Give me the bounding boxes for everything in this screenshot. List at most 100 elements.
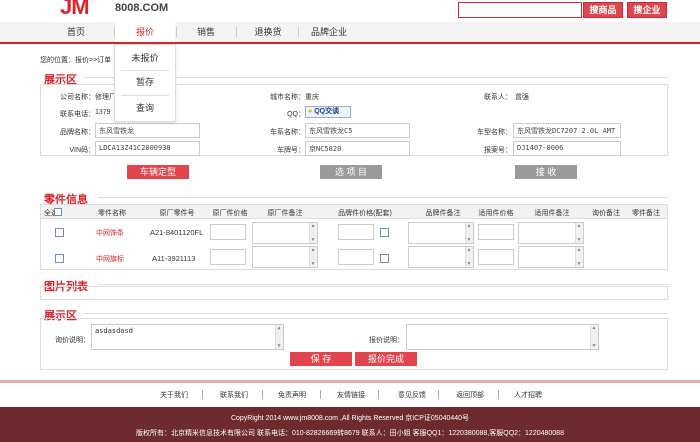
footer-contact[interactable]: 联系我们 <box>220 390 248 400</box>
scroll-down-icon[interactable]: ▼ <box>310 261 316 267</box>
footer-copyright: CopyRight 2014 www.jm8008.com ,All Right… <box>230 415 470 422</box>
nav-home[interactable]: 首页 <box>56 22 96 42</box>
scroll-down-icon[interactable]: ▼ <box>591 343 597 349</box>
scrollbar[interactable]: ▲ ▼ <box>275 325 283 349</box>
scroll-down-icon[interactable]: ▼ <box>466 237 472 243</box>
part-name-link[interactable]: 中网旗标 <box>96 254 124 264</box>
series-label: 车系名称： <box>270 129 305 136</box>
scrollbar[interactable]: ▲ ▼ <box>590 325 598 349</box>
scroll-down-icon[interactable]: ▼ <box>466 261 472 267</box>
brand-note-textarea[interactable]: ▲ ▼ <box>408 222 474 244</box>
generic-note-textarea[interactable]: ▲ ▼ <box>518 222 584 244</box>
scroll-up-icon[interactable]: ▲ <box>276 325 282 331</box>
menu-divider <box>121 70 169 71</box>
nav-separator <box>236 27 237 37</box>
part-code: A21-8401120FL <box>150 228 204 237</box>
footer-back-to-top[interactable]: 返回顶部 <box>456 390 484 400</box>
scroll-up-icon[interactable]: ▲ <box>466 247 472 253</box>
scrollbar[interactable]: ▲ ▼ <box>309 223 317 243</box>
company-value: 修理厂 <box>95 94 116 101</box>
footer-disclaimer[interactable]: 免责声明 <box>278 390 306 400</box>
search-goods-button[interactable]: 搜商品 <box>583 2 623 18</box>
row-checkbox[interactable] <box>55 228 64 237</box>
brand-label: 品牌名称： <box>60 129 95 136</box>
row-checkbox[interactable] <box>55 254 64 263</box>
images-panel <box>40 286 668 300</box>
scroll-up-icon[interactable]: ▲ <box>466 223 472 229</box>
footer-separator <box>438 390 439 399</box>
brand-field[interactable]: 东风雪铁龙 <box>95 123 200 138</box>
select-items-button[interactable]: 选 项 目 <box>320 165 382 179</box>
menu-item-draft[interactable]: 暂存 <box>115 72 175 92</box>
scroll-up-icon[interactable]: ▲ <box>310 247 316 253</box>
vin-field[interactable]: LDCA13Z41C2000938 <box>95 141 200 156</box>
generic-price-input[interactable] <box>478 249 514 265</box>
footer-separator <box>320 390 321 399</box>
brand-note-textarea[interactable]: ▲ ▼ <box>408 246 474 268</box>
logo-text: 8008.COM <box>115 2 169 14</box>
divider <box>84 313 668 314</box>
search-input[interactable] <box>458 2 582 18</box>
search-company-button[interactable]: 搜企业 <box>627 2 667 18</box>
oem-note-textarea[interactable]: ▲ ▼ <box>252 222 318 244</box>
model-label: 车型名称： <box>477 129 512 136</box>
footer-careers[interactable]: 人才招聘 <box>514 390 542 400</box>
divider <box>98 284 668 285</box>
oem-note-textarea[interactable]: ▲ ▼ <box>252 246 318 268</box>
plate-field[interactable]: 京NC5820 <box>305 141 410 156</box>
menu-item-query[interactable]: 查询 <box>115 98 175 118</box>
inquiry-note-textarea[interactable]: asdasdasd ▲ ▼ <box>91 324 284 350</box>
menu-divider <box>121 95 169 96</box>
receive-button[interactable]: 接 收 <box>515 165 577 179</box>
footer-friend-links[interactable]: 友情链接 <box>337 390 365 400</box>
scrollbar[interactable]: ▲ ▼ <box>465 223 473 243</box>
vehicle-identify-button[interactable]: 车辆定型 <box>127 165 189 179</box>
generic-price-input[interactable] <box>478 224 514 240</box>
qq-chat-button[interactable]: ● QQ交谈 <box>305 106 351 118</box>
quote-dropdown-menu: 未报价 暂存 查询 <box>114 44 176 122</box>
oem-price-input[interactable] <box>210 249 246 265</box>
quote-complete-button[interactable]: 报价完成 <box>355 352 417 366</box>
nav-brands[interactable]: 品牌企业 <box>306 22 352 42</box>
scrollbar[interactable]: ▲ ▼ <box>575 247 583 267</box>
select-all-checkbox[interactable] <box>54 208 62 216</box>
contact-value: 曾强 <box>515 94 529 101</box>
scroll-down-icon[interactable]: ▼ <box>276 343 282 349</box>
col-part-note: 零件备注 <box>632 210 660 217</box>
nav-separator <box>298 27 299 37</box>
nav-separator <box>176 27 177 37</box>
footer-feedback[interactable]: 意见反馈 <box>398 390 426 400</box>
col-inquiry-note: 询价备注 <box>592 210 620 217</box>
scrollbar[interactable]: ▲ ▼ <box>465 247 473 267</box>
generic-note-textarea[interactable]: ▲ ▼ <box>518 246 584 268</box>
scrollbar[interactable]: ▲ ▼ <box>309 247 317 267</box>
scroll-up-icon[interactable]: ▲ <box>591 325 597 331</box>
model-field[interactable]: 东风雪铁龙DC7207 2.0L AMT <box>513 123 621 138</box>
footer-about[interactable]: 关于我们 <box>160 390 188 400</box>
case-number-field[interactable]: DJ1407-0006 <box>513 141 621 156</box>
logo[interactable]: JM <box>60 0 120 19</box>
scroll-up-icon[interactable]: ▲ <box>310 223 316 229</box>
oem-price-input[interactable] <box>210 224 246 240</box>
quote-note-textarea[interactable]: ▲ ▼ <box>406 324 599 350</box>
scroll-down-icon[interactable]: ▼ <box>310 237 316 243</box>
series-field[interactable]: 东风雪铁龙C5 <box>305 123 410 138</box>
qq-chat-label: QQ交谈 <box>314 108 340 115</box>
scroll-up-icon[interactable]: ▲ <box>576 247 582 253</box>
save-button[interactable]: 保 存 <box>290 352 352 366</box>
scroll-down-icon[interactable]: ▼ <box>576 237 582 243</box>
scrollbar[interactable]: ▲ ▼ <box>575 223 583 243</box>
brand-match-checkbox[interactable] <box>380 254 389 263</box>
brand-price-input[interactable] <box>338 249 374 265</box>
scroll-down-icon[interactable]: ▼ <box>576 261 582 267</box>
part-name-link[interactable]: 中网饰条 <box>96 228 124 238</box>
menu-item-unquoted[interactable]: 未报价 <box>115 48 175 68</box>
brand-price-input[interactable] <box>338 224 374 240</box>
nav-sales[interactable]: 销售 <box>186 22 226 42</box>
nav-returns[interactable]: 退换货 <box>246 22 290 42</box>
col-oem-note: 原厂件备注 <box>267 210 303 217</box>
scroll-up-icon[interactable]: ▲ <box>576 223 582 229</box>
col-oem-number: 原厂零件号 <box>159 210 195 217</box>
nav-quote[interactable]: 报价 <box>115 22 175 42</box>
brand-match-checkbox[interactable] <box>380 228 389 237</box>
